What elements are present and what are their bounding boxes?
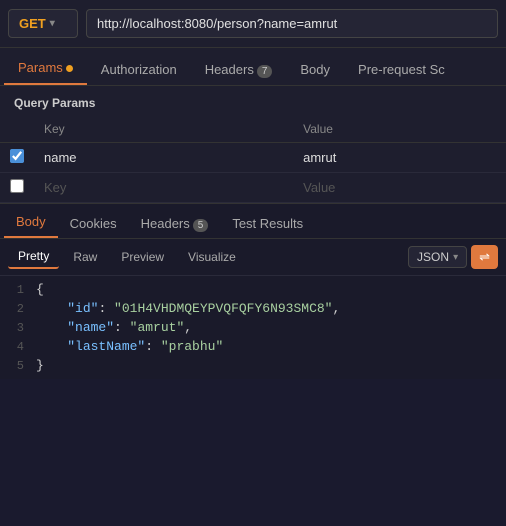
key-cell-1: name [34,143,293,173]
json-line-3: 3 "name": "amrut", [0,318,506,337]
format-type-label: JSON [417,250,449,264]
json-open-brace: { [36,282,44,297]
json-line-1: 1 { [0,280,506,299]
value-placeholder: Value [303,180,335,195]
json-key-lastname: "lastName" [67,339,145,354]
tab-authorization[interactable]: Authorization [87,54,191,85]
url-input[interactable] [86,9,498,38]
method-chevron-icon: ▾ [50,18,55,29]
tab-test-results[interactable]: Test Results [220,209,315,238]
tab-response-headers[interactable]: Headers5 [129,209,221,238]
json-line-5: 5 } [0,356,506,375]
checkbox-header [0,116,34,143]
dropdown-chevron-icon: ▾ [453,252,458,263]
tab-response-body[interactable]: Body [4,207,58,238]
format-bar: Pretty Raw Preview Visualize JSON ▾ ⇌ [0,239,506,276]
wrap-button[interactable]: ⇌ [471,245,498,269]
headers-badge: 7 [257,65,273,78]
params-table: Key Value name amrut Key Value [0,116,506,203]
tab-prerequest[interactable]: Pre-request Sc [344,54,459,85]
table-row: name amrut [0,143,506,173]
value-cell-1: amrut [293,143,506,173]
json-key-name: "name" [67,320,114,335]
format-pretty-button[interactable]: Pretty [8,245,59,269]
method-button[interactable]: GET ▾ [8,9,78,38]
json-line-4: 4 "lastName": "prabhu" [0,337,506,356]
json-close-brace: } [36,358,44,373]
line-number-1: 1 [0,283,36,297]
top-bar: GET ▾ [0,0,506,48]
format-visualize-button[interactable]: Visualize [178,246,246,268]
line-number-4: 4 [0,340,36,354]
json-key-id: "id" [67,301,98,316]
key-column-header: Key [34,116,293,143]
table-row: Key Value [0,173,506,203]
json-value-id: "01H4VHDMQEYPVQFQFY6N93SMC8" [114,301,332,316]
tab-cookies[interactable]: Cookies [58,209,129,238]
tab-bar: Params Authorization Headers7 Body Pre-r… [0,48,506,86]
params-dot [66,65,73,72]
key-placeholder: Key [44,180,66,195]
method-label: GET [19,16,46,31]
line-number-5: 5 [0,359,36,373]
json-value-name: "amrut" [130,320,185,335]
format-type-dropdown[interactable]: JSON ▾ [408,246,467,268]
json-line-2: 2 "id": "01H4VHDMQEYPVQFQFY6N93SMC8", [0,299,506,318]
wrap-icon: ⇌ [479,249,490,265]
json-view: 1 { 2 "id": "01H4VHDMQEYPVQFQFY6N93SMC8"… [0,276,506,379]
bottom-tab-bar: Body Cookies Headers5 Test Results [0,203,506,239]
format-preview-button[interactable]: Preview [111,246,174,268]
format-raw-button[interactable]: Raw [63,246,107,268]
json-value-lastname: "prabhu" [161,339,223,354]
line-number-3: 3 [0,321,36,335]
tab-body[interactable]: Body [286,54,344,85]
row-checkbox-2[interactable] [10,179,24,193]
tab-headers[interactable]: Headers7 [191,54,287,85]
response-headers-badge: 5 [193,219,209,232]
value-column-header: Value [293,116,506,143]
query-params-title: Query Params [0,86,506,116]
line-number-2: 2 [0,302,36,316]
tab-params[interactable]: Params [4,52,87,85]
row-checkbox-1[interactable] [10,149,24,163]
